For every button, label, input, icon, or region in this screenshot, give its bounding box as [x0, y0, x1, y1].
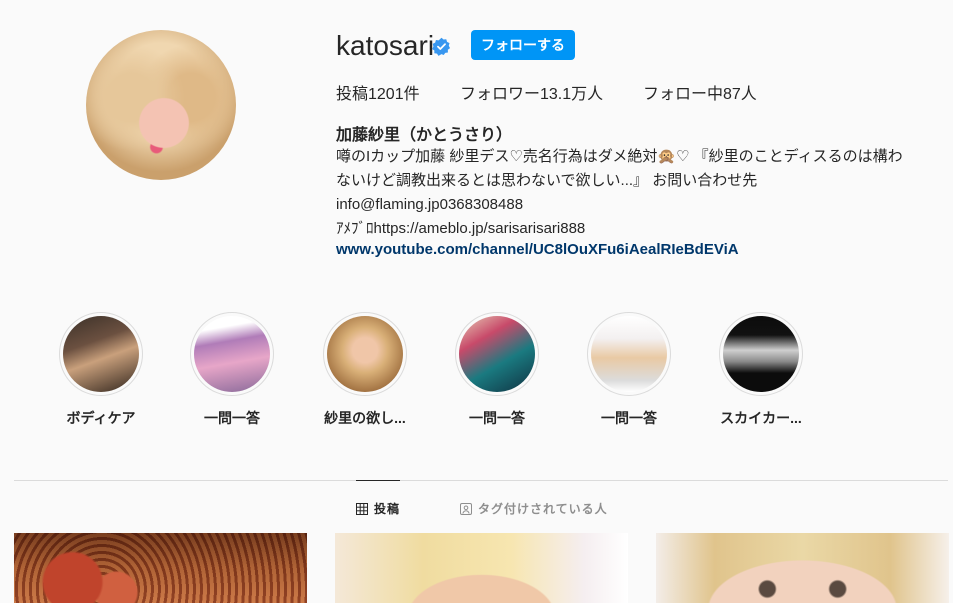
highlight-label: 紗里の欲し...	[324, 410, 406, 426]
grid-icon	[356, 502, 368, 515]
highlight-ring[interactable]	[587, 312, 671, 396]
highlight-ring[interactable]	[455, 312, 539, 396]
story-highlight[interactable]: ボディケア	[51, 312, 151, 428]
follow-button[interactable]: フォローする	[471, 30, 575, 60]
story-highlight[interactable]: スカイカー...	[711, 312, 811, 428]
profile-external-link[interactable]: www.youtube.com/channel/UC8lOuXFu6iAealR…	[336, 241, 739, 258]
bio-line: info@flaming.jp0368308488	[336, 196, 524, 213]
highlight-label: 一問一答	[601, 410, 657, 426]
bio-line: 噂のIカップ加藤 紗里デス♡売名行為はダメ絶対🙊♡ 『紗里のことディスるのは構わ	[336, 148, 903, 165]
active-tab-indicator	[356, 480, 400, 481]
highlight-ring[interactable]	[719, 312, 803, 396]
post-image	[335, 533, 628, 603]
verified-badge-icon	[432, 37, 451, 56]
followers-count[interactable]: フォロワー13.1万人	[460, 80, 603, 104]
tab-tagged-label: タグ付けされている人	[478, 502, 608, 516]
post-image	[14, 533, 307, 603]
highlight-label: スカイカー...	[720, 410, 802, 426]
highlight-ring[interactable]	[59, 312, 143, 396]
story-highlight[interactable]: 一問一答	[579, 312, 679, 428]
post-thumbnail[interactable]	[335, 533, 628, 603]
bio-line: ｱﾒﾌﾞﾛhttps://ameblo.jp/sarisarisari888	[336, 220, 586, 237]
following-count[interactable]: フォロー中87人	[643, 80, 757, 104]
highlight-cover	[591, 316, 667, 392]
story-highlight[interactable]: 紗里の欲し...	[315, 312, 415, 428]
highlight-cover	[194, 316, 270, 392]
highlight-label: ボディケア	[66, 410, 136, 426]
tagged-icon	[460, 502, 472, 515]
tab-posts[interactable]: 投稿	[356, 500, 400, 517]
highlight-cover	[723, 316, 799, 392]
highlight-cover	[459, 316, 535, 392]
profile-avatar[interactable]	[86, 30, 236, 180]
highlight-cover	[327, 316, 403, 392]
tabs-divider	[14, 480, 948, 481]
post-thumbnail[interactable]	[656, 533, 949, 603]
highlight-label: 一問一答	[469, 410, 525, 426]
posts-count: 投稿1201件	[336, 86, 420, 103]
profile-username: katosari	[336, 30, 435, 61]
story-highlight[interactable]: 一問一答	[447, 312, 547, 428]
post-thumbnail[interactable]	[14, 533, 307, 603]
tab-tagged[interactable]: タグ付けされている人	[460, 500, 608, 517]
profile-bio: 噂のIカップ加藤 紗里デス♡売名行為はダメ絶対🙊♡ 『紗里のことディスるのは構わ…	[336, 145, 948, 241]
highlight-label: 一問一答	[204, 410, 260, 426]
tab-posts-label: 投稿	[374, 502, 401, 516]
highlight-cover	[63, 316, 139, 392]
highlight-ring[interactable]	[190, 312, 274, 396]
highlight-ring[interactable]	[323, 312, 407, 396]
bio-line: ないけど調教出来るとは思わないで欲しい...』 お問い合わせ先	[336, 172, 758, 189]
profile-full-name: 加藤紗里（かとうさり）	[336, 127, 513, 144]
post-image	[656, 533, 949, 603]
story-highlight[interactable]: 一問一答	[182, 312, 282, 428]
